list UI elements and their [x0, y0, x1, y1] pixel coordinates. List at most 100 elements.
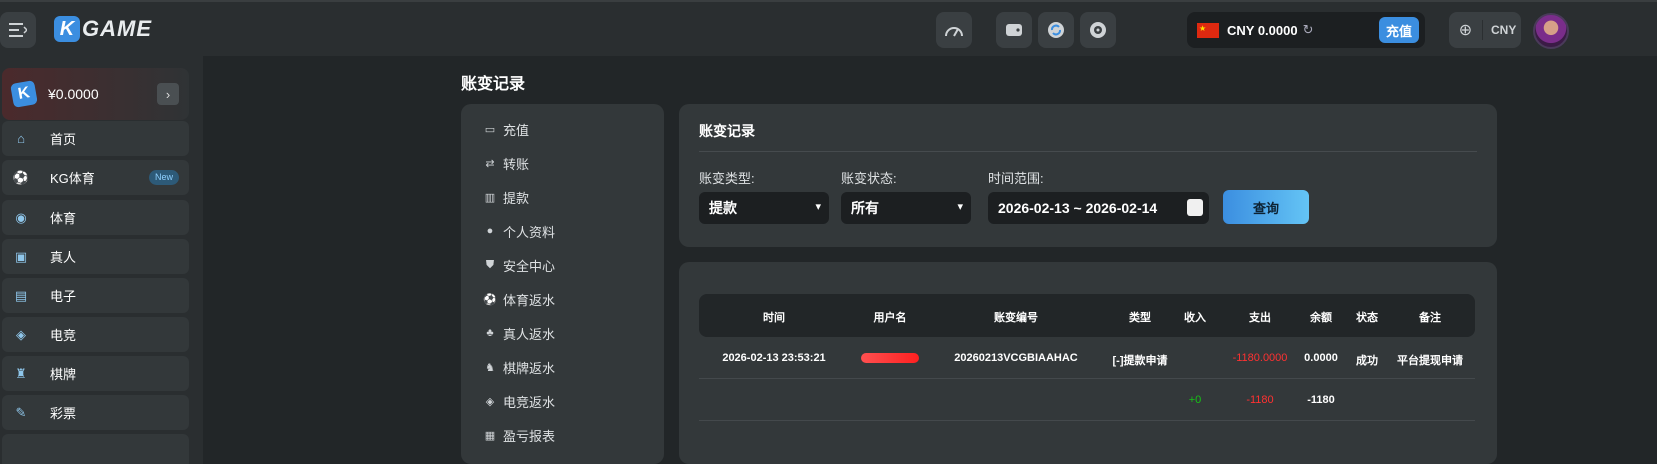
sidebar-item-chess[interactable]: ♜ 棋牌 — [2, 356, 189, 391]
user-icon: ● — [486, 225, 494, 237]
cell-remark: 平台提现申请 — [1397, 355, 1463, 367]
currency-label: CNY — [1491, 23, 1517, 37]
column-header: 余额 — [1310, 312, 1332, 324]
currency-selector[interactable]: ⊕ CNY — [1449, 12, 1521, 48]
sidebar-item-label: 体育 — [50, 211, 77, 226]
submenu-item-chess-rebate[interactable]: ♞ 棋牌返水 — [483, 357, 555, 377]
sidebar-item-label: 电竞 — [50, 328, 77, 343]
submenu-item-esports-rebate[interactable]: ◈ 电竞返水 — [483, 391, 555, 411]
top-bar: K GAME CNY 0.0000 ↻ 充值 ⊕ CNY — [0, 0, 1657, 56]
logo[interactable]: K GAME — [54, 14, 152, 44]
records-table: 时间 用户名 账变编号 类型 收入 支出 余额 状态 备注 2026-02-13… — [679, 262, 1497, 464]
total-balance: -1180 — [1307, 394, 1335, 406]
avatar[interactable] — [1533, 13, 1569, 49]
date-range-input[interactable]: 2026-02-13 ~ 2026-02-14 — [988, 192, 1209, 224]
submenu-item-label: 电竞返水 — [503, 394, 556, 410]
column-header: 支出 — [1249, 312, 1271, 324]
submenu-item-transfer[interactable]: ⇄ 转账 — [483, 153, 529, 173]
submenu-item-label: 真人返水 — [503, 326, 556, 342]
report-icon: ▦ — [484, 429, 496, 442]
ticket-icon: ✎ — [15, 404, 27, 420]
globe-icon: ⊕ — [1449, 20, 1483, 40]
balance-box: CNY 0.0000 ↻ 充值 — [1187, 12, 1425, 48]
soccer-ball-icon: ⚽ — [483, 293, 497, 306]
chevron-right-icon[interactable]: › — [157, 83, 179, 105]
sidebar-item-live[interactable]: ▣ 真人 — [2, 239, 189, 274]
table-total-row: +0 -1180 -1180 — [699, 379, 1475, 421]
table-row: 2026-02-13 23:53:21 20260213VCGBIAAHAC [… — [699, 337, 1475, 379]
type-select[interactable]: 提款 ▾ — [699, 192, 829, 224]
submenu-item-label: 转账 — [503, 156, 530, 172]
slot-machine-icon: ▤ — [14, 287, 28, 303]
sidebar-item-label: 棋牌 — [50, 367, 77, 382]
wallet-button[interactable] — [996, 12, 1032, 48]
sidebar-item-esports[interactable]: ◈ 电竞 — [2, 317, 189, 352]
status-select-value: 所有 — [851, 200, 879, 216]
sidebar-item-sports[interactable]: ◉ 体育 — [2, 200, 189, 235]
submenu-item-label: 个人资料 — [503, 224, 556, 240]
k-coin-icon: K — [10, 80, 38, 108]
submenu-item-sports-rebate[interactable]: ⚽ 体育返水 — [483, 289, 555, 309]
transfer-icon: ⇄ — [485, 157, 495, 170]
query-button[interactable]: 查询 — [1223, 190, 1309, 224]
cell-type: [-]提款申请 — [1112, 355, 1168, 367]
date-range-value: 2026-02-13 ~ 2026-02-14 — [998, 200, 1158, 216]
sidebar: K ¥0.0000 › ⌂ 首页 ⚽ KG体育 New ◉ 体育 ▣ 真人 ▤ … — [0, 56, 203, 464]
submenu-item-withdraw[interactable]: ▥ 提款 — [483, 187, 529, 207]
chess-icon: ♜ — [15, 365, 27, 381]
type-select-value: 提款 — [709, 200, 737, 216]
column-header: 备注 — [1419, 312, 1441, 324]
chevron-down-icon: ▾ — [957, 201, 963, 213]
calendar-icon[interactable] — [1187, 199, 1203, 216]
submenu-item-profile[interactable]: ● 个人资料 — [483, 221, 555, 241]
submenu-item-security[interactable]: ⛊ 安全中心 — [483, 255, 555, 275]
column-header: 状态 — [1356, 312, 1378, 324]
account-submenu: ▭ 充值 ⇄ 转账 ▥ 提款 ● 个人资料 ⛊ 安全中心 ⚽ 体育返水 ♣ 真人返水 ♞ 棋牌返… — [461, 104, 664, 464]
gamepad-icon: ◈ — [16, 326, 26, 342]
speedometer-icon — [945, 27, 963, 37]
sidebar-item-home[interactable]: ⌂ 首页 — [2, 121, 189, 156]
transfer-button[interactable] — [1038, 12, 1074, 48]
new-badge: New — [148, 170, 179, 185]
refresh-icon[interactable]: ↻ — [1303, 22, 1314, 38]
sidebar-item-kg-sports[interactable]: ⚽ KG体育 New — [2, 160, 189, 195]
type-label: 账变类型: — [699, 171, 755, 186]
submenu-item-recharge[interactable]: ▭ 充值 — [483, 119, 529, 139]
header-balance: CNY 0.0000 — [1227, 22, 1298, 38]
masked-username — [861, 353, 919, 363]
sidebar-item-label: 彩票 — [50, 406, 77, 421]
support-button[interactable] — [1080, 12, 1116, 48]
withdraw-icon: ▥ — [484, 191, 496, 204]
basketball-icon: ◉ — [15, 209, 27, 225]
sidebar-item-label: 真人 — [50, 250, 77, 265]
status-select[interactable]: 所有 ▾ — [841, 192, 971, 224]
wallet-icon — [1006, 24, 1022, 36]
sidebar-item-slots[interactable]: ▤ 电子 — [2, 278, 189, 313]
submenu-item-label: 棋牌返水 — [503, 360, 556, 376]
sidebar-balance: ¥0.0000 — [48, 86, 99, 102]
gamepad-icon: ◈ — [485, 395, 495, 408]
submenu-item-label: 提款 — [503, 190, 530, 206]
range-label: 时间范围: — [988, 171, 1044, 186]
gauge-icon — [1090, 22, 1106, 38]
cell-balance: 0.0000 — [1304, 352, 1338, 364]
submenu-item-label: 体育返水 — [503, 292, 556, 308]
cell-status: 成功 — [1356, 355, 1378, 367]
sidebar-balance-card[interactable]: K ¥0.0000 › — [2, 68, 189, 120]
sidebar-item-more[interactable] — [2, 434, 189, 464]
speed-button[interactable] — [936, 12, 972, 48]
recharge-button[interactable]: 充值 — [1379, 17, 1419, 43]
cell-order-no: 20260213VCGBIAAHAC — [954, 352, 1078, 364]
home-icon: ⌂ — [17, 131, 25, 146]
column-header: 账变编号 — [994, 312, 1038, 324]
filter-card-title: 账变记录 — [699, 123, 755, 139]
submenu-item-profit-report[interactable]: ▦ 盈亏报表 — [483, 425, 555, 445]
menu-toggle-button[interactable] — [0, 12, 36, 48]
sidebar-item-lottery[interactable]: ✎ 彩票 — [2, 395, 189, 430]
wallet-icon: ▭ — [484, 123, 496, 136]
submenu-item-live-rebate[interactable]: ♣ 真人返水 — [483, 323, 555, 343]
people-icon: ♣ — [486, 327, 494, 339]
china-flag-icon — [1197, 22, 1219, 38]
column-header: 用户名 — [873, 312, 907, 324]
cell-expense: -1180.0000 — [1232, 352, 1288, 364]
